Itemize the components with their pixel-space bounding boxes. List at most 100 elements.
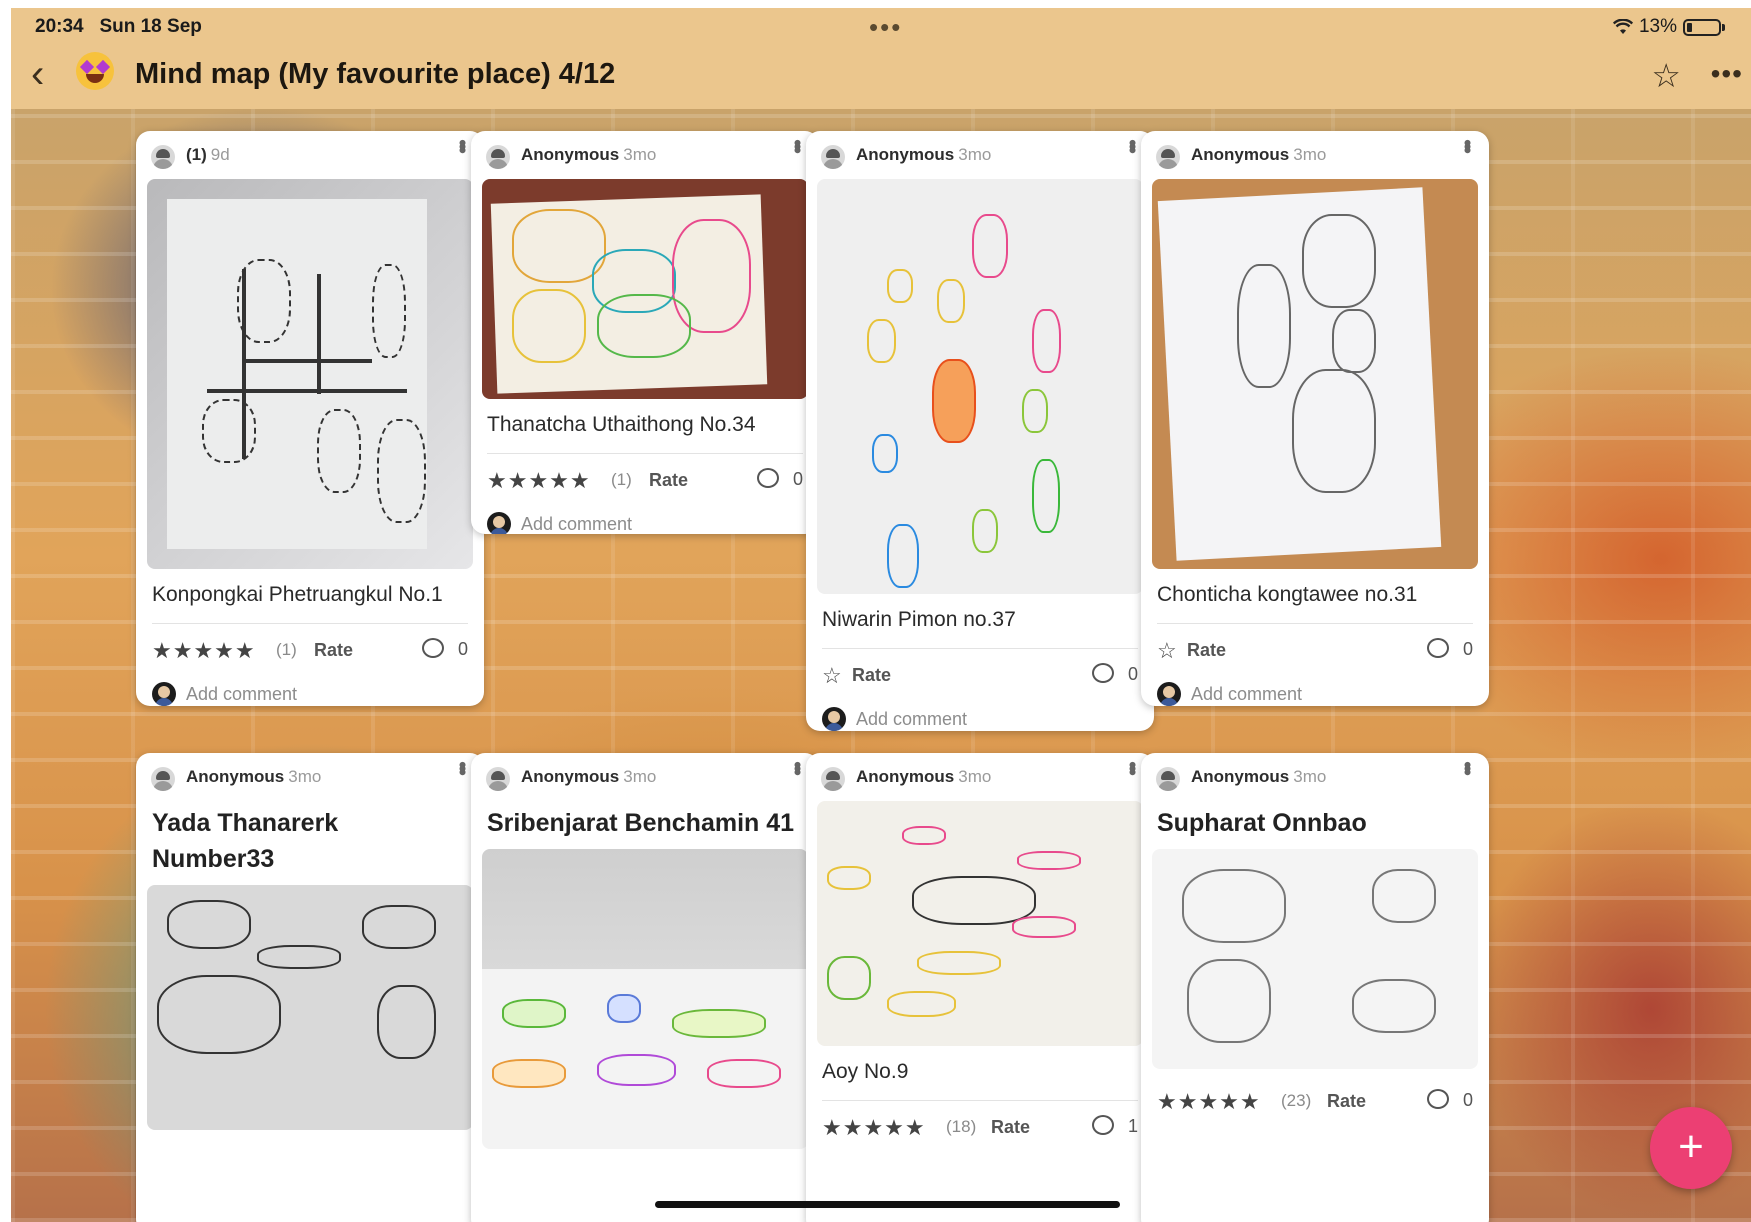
- author: Anonymous 3mo: [521, 145, 657, 164]
- post-title: Yada Thanarerk Number33: [152, 809, 339, 873]
- battery-percent: 13%: [1638, 16, 1677, 37]
- user-avatar: [1157, 682, 1181, 706]
- avatar: [821, 767, 845, 791]
- comment-count: 0: [1462, 639, 1473, 659]
- add-post-button[interactable]: +: [1650, 1107, 1732, 1189]
- author: Anonymous 3mo: [1191, 767, 1327, 786]
- post-image[interactable]: [1152, 849, 1478, 1069]
- user-avatar: [487, 512, 511, 534]
- add-comment-input[interactable]: Add comment: [856, 709, 967, 730]
- home-indicator[interactable]: [655, 1201, 1120, 1208]
- battery-cap: [1722, 23, 1725, 31]
- rate-button[interactable]: Rate: [1187, 640, 1226, 661]
- post-image[interactable]: [147, 179, 473, 569]
- add-comment-input[interactable]: Add comment: [521, 514, 632, 534]
- rating-row: ☆ Rate 0: [806, 649, 1154, 697]
- battery-icon: [1683, 18, 1721, 36]
- post-card[interactable]: Anonymous 3mo ••• Niwarin Pimon no.37 ☆ R…: [806, 131, 1154, 731]
- rating-row: ★★★★★ (1) Rate 0: [136, 624, 484, 672]
- post-caption: Niwarin Pimon no.37: [822, 608, 1016, 631]
- card-header: (1) 9d •••: [136, 131, 484, 179]
- avatar: [486, 767, 510, 791]
- post-age: 3mo: [958, 145, 992, 164]
- clock: 20:34: [35, 16, 84, 37]
- author: Anonymous 3mo: [1191, 145, 1327, 164]
- back-chevron-icon[interactable]: ‹: [31, 54, 44, 94]
- comment-icon[interactable]: [757, 468, 779, 488]
- wifi-icon: [1612, 19, 1633, 34]
- card-menu-icon[interactable]: •••: [1455, 761, 1480, 772]
- rate-button[interactable]: Rate: [1327, 1091, 1366, 1112]
- comment-icon[interactable]: [1092, 1115, 1114, 1135]
- post-card[interactable]: Anonymous 3mo ••• Supharat Onnbao ★★★★★ (…: [1141, 753, 1489, 1222]
- post-card[interactable]: Anonymous 3mo ••• Sribenjarat Benchamin 4…: [471, 753, 819, 1222]
- post-caption: Konpongkai Phetruangkul No.1: [152, 583, 443, 606]
- post-image[interactable]: [482, 849, 808, 1149]
- post-age: 3mo: [288, 767, 322, 786]
- rating-stars-icon[interactable]: ★★★★★: [152, 638, 256, 664]
- rate-button[interactable]: Rate: [314, 640, 353, 661]
- app-frame: 20:34 Sun 18 Sep ••• 13% ‹ Mind map (My …: [11, 8, 1751, 1222]
- add-comment-input[interactable]: Add comment: [186, 684, 297, 705]
- status-indicators: 13%: [1612, 16, 1725, 38]
- post-age: 3mo: [1293, 767, 1327, 786]
- post-card[interactable]: Anonymous 3mo ••• Aoy No.9 ★★★★★ (18) Rat…: [806, 753, 1154, 1222]
- author: Anonymous 3mo: [856, 767, 992, 786]
- rating-stars-icon[interactable]: ★★★★★: [487, 468, 591, 494]
- comment-icon[interactable]: [1427, 638, 1449, 658]
- post-age: 3mo: [623, 145, 657, 164]
- rate-button[interactable]: Rate: [649, 470, 688, 491]
- post-image[interactable]: [1152, 179, 1478, 569]
- avatar: [486, 145, 510, 169]
- post-image[interactable]: [482, 179, 808, 399]
- comment-count: 0: [1127, 664, 1138, 684]
- post-image[interactable]: [817, 179, 1143, 594]
- comment-count: 0: [1462, 1090, 1473, 1110]
- comment-count: 1: [1127, 1116, 1138, 1136]
- more-options-icon[interactable]: •••: [1711, 58, 1743, 90]
- post-card[interactable]: Anonymous 3mo ••• Thanatcha Uthaithong No…: [471, 131, 819, 534]
- rating-count: (1): [611, 470, 632, 489]
- card-header: Anonymous 3mo •••: [1141, 753, 1489, 801]
- post-image[interactable]: [817, 801, 1143, 1046]
- avatar: [151, 767, 175, 791]
- comment-icon[interactable]: [1427, 1089, 1449, 1109]
- post-card[interactable]: (1) 9d ••• Konpongkai Phetruangkul No.1 ★…: [136, 131, 484, 706]
- rating-count: (1): [276, 640, 297, 659]
- rate-star-icon[interactable]: ☆: [822, 663, 843, 689]
- comment-icon[interactable]: [1092, 663, 1114, 683]
- multitasking-dots-icon[interactable]: •••: [869, 12, 902, 43]
- favorite-star-icon[interactable]: ☆: [1651, 56, 1681, 95]
- add-comment-row[interactable]: Add comment: [471, 502, 819, 534]
- card-menu-icon[interactable]: •••: [1455, 139, 1480, 150]
- rating-row: ★★★★★ (1) Rate 0: [471, 454, 819, 502]
- avatar: [821, 145, 845, 169]
- star-struck-emoji-icon: [76, 52, 114, 90]
- add-comment-row[interactable]: Add comment: [136, 672, 484, 706]
- post-caption: Chonticha kongtawee no.31: [1157, 583, 1418, 606]
- add-comment-input[interactable]: Add comment: [1191, 684, 1302, 705]
- post-card[interactable]: Anonymous 3mo ••• Chonticha kongtawee no.…: [1141, 131, 1489, 706]
- comment-icon[interactable]: [422, 638, 444, 658]
- rate-star-icon[interactable]: ☆: [1157, 638, 1178, 664]
- add-comment-row[interactable]: Add comment: [806, 697, 1154, 731]
- rate-button[interactable]: Rate: [991, 1117, 1030, 1138]
- user-avatar: [152, 682, 176, 706]
- rating-stars-icon[interactable]: ★★★★★: [1157, 1089, 1261, 1115]
- post-card[interactable]: Anonymous 3mo ••• Yada Thanarerk Number33: [136, 753, 484, 1222]
- add-comment-row[interactable]: Add comment: [1141, 672, 1489, 706]
- post-age: 9d: [210, 145, 230, 164]
- card-header: Anonymous 3mo •••: [471, 131, 819, 179]
- post-age: 3mo: [1293, 145, 1327, 164]
- author: (1) 9d: [186, 145, 230, 164]
- post-age: 3mo: [958, 767, 992, 786]
- post-image[interactable]: [147, 885, 473, 1130]
- card-header: Anonymous 3mo •••: [806, 753, 1154, 801]
- rate-button[interactable]: Rate: [852, 665, 891, 686]
- page-title: Mind map (My favourite place) 4/12: [135, 58, 616, 90]
- avatar: [1156, 767, 1180, 791]
- card-header: Anonymous 3mo •••: [1141, 131, 1489, 179]
- rating-stars-icon[interactable]: ★★★★★: [822, 1115, 926, 1141]
- post-age: 3mo: [623, 767, 657, 786]
- card-header: Anonymous 3mo •••: [806, 131, 1154, 179]
